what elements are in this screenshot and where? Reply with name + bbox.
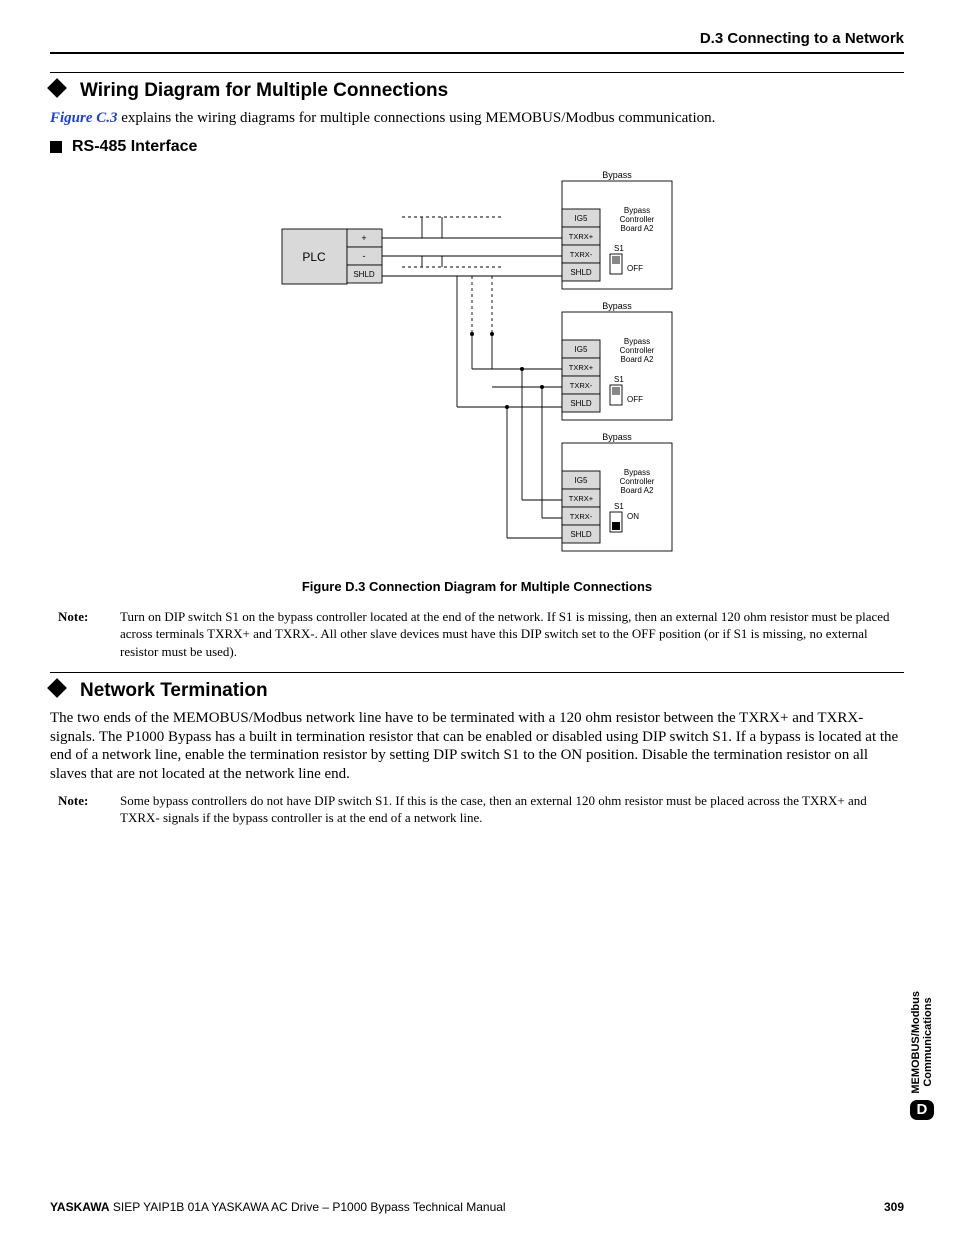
intro-paragraph: Figure C.3 explains the wiring diagrams … xyxy=(50,109,904,128)
svg-text:SHLD: SHLD xyxy=(570,268,592,277)
note-label: Note: xyxy=(50,608,120,661)
footer-title: SIEP YAIP1B 01A YASKAWA AC Drive – P1000… xyxy=(110,1200,506,1214)
svg-text:SHLD: SHLD xyxy=(570,399,592,408)
svg-text:TXRX-: TXRX- xyxy=(570,250,593,259)
network-termination-paragraph: The two ends of the MEMOBUS/Modbus netwo… xyxy=(50,709,904,784)
diamond-bullet-icon xyxy=(50,81,70,101)
connection-diagram: PLC + - SHLD xyxy=(262,169,692,569)
figure-ref-link[interactable]: Figure C.3 xyxy=(50,110,118,126)
svg-text:BypassControllerBoard A2: BypassControllerBoard A2 xyxy=(620,468,655,495)
svg-text:PLC: PLC xyxy=(302,250,326,264)
svg-text:TXRX+: TXRX+ xyxy=(569,494,594,503)
svg-text:SHLD: SHLD xyxy=(353,270,375,279)
note-body: Some bypass controllers do not have DIP … xyxy=(120,792,904,827)
svg-text:ON: ON xyxy=(627,512,639,521)
page-footer: YASKAWA SIEP YAIP1B 01A YASKAWA AC Drive… xyxy=(50,1200,904,1215)
square-bullet-icon xyxy=(50,141,62,153)
svg-text:S1: S1 xyxy=(614,375,624,384)
svg-text:S1: S1 xyxy=(614,502,624,511)
svg-text:+: + xyxy=(361,233,366,243)
svg-text:Bypass: Bypass xyxy=(602,432,632,442)
diagram-container: PLC + - SHLD xyxy=(50,169,904,569)
diamond-bullet-icon xyxy=(50,681,70,701)
note-body: Turn on DIP switch S1 on the bypass cont… xyxy=(120,608,904,661)
note-label: Note: xyxy=(50,792,120,827)
heading-text: Wiring Diagram for Multiple Connections xyxy=(80,79,448,103)
svg-text:TXRX+: TXRX+ xyxy=(569,363,594,372)
appendix-badge: D xyxy=(910,1100,934,1120)
svg-text:IG5: IG5 xyxy=(575,345,588,354)
rule xyxy=(50,672,904,673)
intro-rest: explains the wiring diagrams for multipl… xyxy=(118,110,716,126)
heading-network-termination: Network Termination xyxy=(50,679,904,703)
side-tab-text: MEMOBUS/ModbusCommunications xyxy=(910,991,934,1094)
heading-text: Network Termination xyxy=(80,679,268,703)
heading-rs485: RS-485 Interface xyxy=(50,137,904,157)
figure-caption: Figure D.3 Connection Diagram for Multip… xyxy=(50,579,904,595)
svg-text:OFF: OFF xyxy=(627,264,643,273)
svg-text:TXRX-: TXRX- xyxy=(570,512,593,521)
rule xyxy=(50,72,904,73)
svg-text:OFF: OFF xyxy=(627,395,643,404)
svg-text:TXRX+: TXRX+ xyxy=(569,232,594,241)
heading-wiring-diagram: Wiring Diagram for Multiple Connections xyxy=(50,79,904,103)
header-section-title: D.3 Connecting to a Network xyxy=(50,30,904,54)
svg-text:Bypass: Bypass xyxy=(602,170,632,180)
svg-text:Bypass: Bypass xyxy=(602,301,632,311)
svg-text:SHLD: SHLD xyxy=(570,530,592,539)
note-1: Note: Turn on DIP switch S1 on the bypas… xyxy=(50,608,904,661)
note-2: Note: Some bypass controllers do not hav… xyxy=(50,792,904,827)
svg-text:IG5: IG5 xyxy=(575,214,588,223)
footer-left: YASKAWA SIEP YAIP1B 01A YASKAWA AC Drive… xyxy=(50,1200,506,1215)
subheading-text: RS-485 Interface xyxy=(72,137,197,157)
svg-text:BypassControllerBoard A2: BypassControllerBoard A2 xyxy=(620,206,655,233)
svg-text:BypassControllerBoard A2: BypassControllerBoard A2 xyxy=(620,337,655,364)
svg-text:TXRX-: TXRX- xyxy=(570,381,593,390)
page-number: 309 xyxy=(884,1200,904,1215)
side-tab: MEMOBUS/ModbusCommunications D xyxy=(910,991,934,1120)
footer-brand: YASKAWA xyxy=(50,1200,110,1214)
svg-text:S1: S1 xyxy=(614,244,624,253)
svg-text:-: - xyxy=(363,251,366,261)
svg-text:IG5: IG5 xyxy=(575,476,588,485)
